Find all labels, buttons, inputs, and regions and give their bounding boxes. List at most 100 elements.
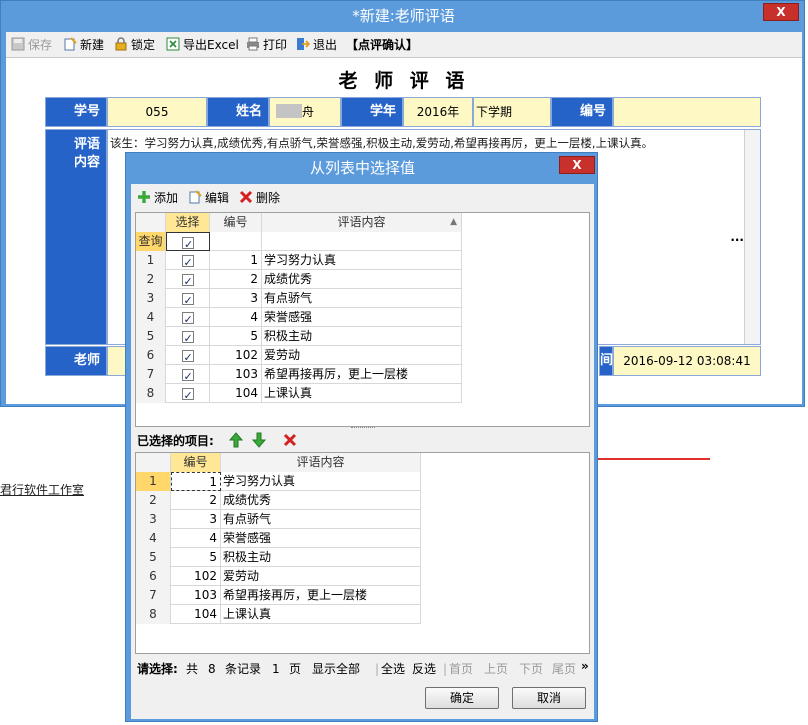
header-select[interactable]: 选择 [166,213,210,232]
header-number[interactable]: 编号 [171,453,221,472]
row-number: 7 [136,586,171,605]
checkbox-icon[interactable] [181,329,194,346]
select-all-link[interactable]: 全选 [381,660,405,678]
table-row[interactable]: 11学习努力认真 [136,472,421,491]
save-button[interactable]: 保存 [11,36,52,54]
lock-button[interactable]: 锁定 [114,36,155,54]
select-cell[interactable] [166,251,210,270]
select-cell[interactable] [166,308,210,327]
invert-selection-link[interactable]: 反选 [412,660,436,678]
comment-cell: 有点骄气 [262,289,462,308]
table-row[interactable]: 33有点骄气 [136,289,462,308]
number-cell[interactable]: 2 [171,491,221,510]
move-up-icon[interactable] [228,432,244,448]
year-field[interactable]: 2016年 [403,97,473,127]
query-comment-filter[interactable] [262,232,462,251]
row-number: 6 [136,567,171,586]
comment-cell: 成绩优秀 [262,270,462,289]
move-down-icon[interactable] [251,432,267,448]
comment-scrollbar[interactable] [744,130,760,344]
select-cell[interactable] [166,289,210,308]
header-comment[interactable]: 评语内容 ▲ [262,213,462,232]
pager-more-icon[interactable]: » [581,657,589,675]
table-row[interactable]: 7103希望再接再厉，更上一层楼 [136,365,462,384]
number-cell[interactable]: 104 [171,605,221,624]
select-cell[interactable] [166,327,210,346]
table-row[interactable]: 33有点骄气 [136,510,421,529]
new-button[interactable]: 新建 [63,36,104,54]
dialog-close-button[interactable]: X [559,156,595,174]
splitter-handle[interactable] [351,427,375,430]
number-cell[interactable]: 103 [171,586,221,605]
query-label: 查询 [136,232,166,251]
select-cell[interactable] [166,384,210,403]
add-button[interactable]: 添加 [137,189,178,207]
term-field[interactable]: 下学期 [473,97,551,127]
number-cell[interactable]: 102 [171,567,221,586]
number-cell[interactable]: 3 [171,510,221,529]
remove-selected-icon[interactable] [283,433,297,447]
header-number[interactable]: 编号 [210,213,262,232]
edit-button[interactable]: 编辑 [188,189,229,207]
select-cell[interactable] [166,365,210,384]
number-cell[interactable]: 4 [171,529,221,548]
query-select-filter[interactable] [166,232,210,251]
table-row[interactable]: 6102爱劳动 [136,346,462,365]
table-row[interactable]: 22成绩优秀 [136,270,462,289]
select-cell[interactable] [166,270,210,289]
table-row[interactable]: 6102爱劳动 [136,567,421,586]
comment-cell: 学习努力认真 [221,472,421,491]
table-row[interactable]: 55积极主动 [136,548,421,567]
printer-icon [246,37,260,51]
number-cell[interactable]: 1 [171,472,221,491]
exit-button[interactable]: 退出 [296,36,337,54]
teacher-field[interactable] [107,346,127,376]
table-row[interactable]: 8104上课认真 [136,605,421,624]
select-cell[interactable] [166,346,210,365]
query-number-filter[interactable] [210,232,262,251]
checkbox-icon[interactable] [181,272,194,289]
number-field[interactable] [613,97,761,127]
name-field[interactable]: 舟 [269,97,341,127]
options-grid: 选择编号评语内容▲ 查询11学习努力认真22成绩优秀33有点骄气44荣誉感强55积… [135,212,590,427]
name-blur [276,104,302,118]
checkbox-icon[interactable] [182,235,194,250]
table-row[interactable]: 7103希望再接再厉，更上一层楼 [136,586,421,605]
table-row[interactable]: 22成绩优秀 [136,491,421,510]
cancel-button[interactable]: 取消 [512,687,586,709]
studio-link[interactable]: 君行软件工作室 [0,481,84,498]
confirm-comment-button[interactable]: 【点评确认】 [346,36,418,54]
more-button[interactable]: ... [730,230,744,244]
checkbox-icon[interactable] [181,310,194,327]
row-number: 7 [136,365,166,384]
number-cell[interactable]: 5 [171,548,221,567]
delete-button[interactable]: 删除 [239,189,280,207]
next-page-link[interactable]: 下页 [519,660,543,678]
header-comment[interactable]: 评语内容 [221,453,421,472]
excel-icon [166,37,180,51]
checkbox-icon[interactable] [181,253,194,270]
main-close-button[interactable]: X [763,3,799,21]
checkbox-icon[interactable] [181,367,194,384]
checkbox-icon[interactable] [181,291,194,308]
table-row[interactable]: 44荣誉感强 [136,308,462,327]
table-row[interactable]: 44荣誉感强 [136,529,421,548]
checkbox-icon[interactable] [181,348,194,365]
time-field[interactable]: 2016-09-12 03:08:41 [613,346,761,376]
comment-cell: 上课认真 [221,605,421,624]
checkbox-icon[interactable] [181,386,194,403]
last-page-link[interactable]: 尾页 [552,660,576,678]
prev-page-link[interactable]: 上页 [484,660,508,678]
number-cell: 3 [210,289,262,308]
show-all-link[interactable]: 显示全部 [312,660,360,678]
print-button[interactable]: 打印 [246,36,287,54]
add-label: 添加 [154,191,179,205]
edit-icon [188,190,202,204]
ok-button[interactable]: 确定 [425,687,499,709]
table-row[interactable]: 55积极主动 [136,327,462,346]
first-page-link[interactable]: 首页 [449,660,473,678]
export-excel-button[interactable]: 导出Excel [166,36,239,54]
table-row[interactable]: 11学习努力认真 [136,251,462,270]
student-id-field[interactable]: 055 [107,97,207,127]
table-row[interactable]: 8104上课认真 [136,384,462,403]
